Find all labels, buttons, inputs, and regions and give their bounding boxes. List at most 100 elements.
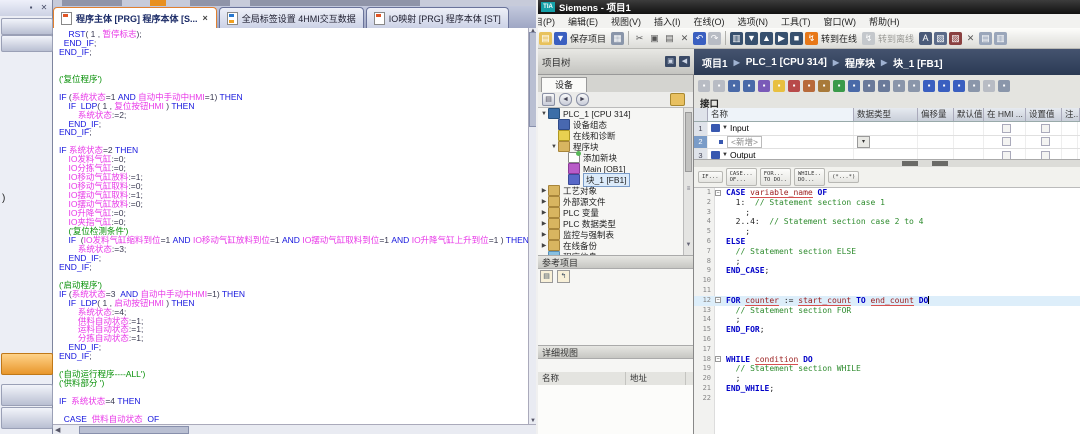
tree-item[interactable]: 在线和诊断 — [538, 130, 683, 141]
snippets-icon[interactable]: ▪ — [818, 80, 830, 92]
details-column-2[interactable]: 地址 — [626, 372, 686, 385]
gx-st-code-editor[interactable]: RST( 1 , 暂停标志); END_IF; END_IF; ('复位程序') … — [53, 28, 528, 424]
hmi-checkbox[interactable] — [1001, 123, 1011, 133]
details-view-header[interactable]: 详细视图 — [538, 345, 693, 359]
settings-icon[interactable]: ▪ — [968, 80, 980, 92]
interface-row[interactable]: 2 <新增> ▾ — [694, 135, 1080, 149]
tree-item[interactable]: ▶ 外部源文件 — [538, 196, 683, 207]
breadcrumb-item-3[interactable]: 程序块 — [845, 55, 875, 70]
menu-item-5[interactable]: 在线(O) — [694, 15, 725, 28]
save-project-icon-label[interactable]: 保存项目 — [570, 32, 606, 45]
offset-cell[interactable] — [918, 135, 954, 148]
download-to-device-icon[interactable]: ▼ — [745, 31, 759, 45]
interface-column-3[interactable]: 偏移量 — [918, 108, 954, 121]
paste-icon[interactable]: ▤ — [663, 32, 676, 45]
monitor-all-icon[interactable]: ▪ — [938, 80, 950, 92]
offset-cell[interactable] — [918, 122, 954, 135]
undo-icon[interactable]: ↶ — [693, 31, 707, 45]
name-cell[interactable]: <新增> — [708, 135, 854, 148]
forward-icon[interactable]: ► — [576, 93, 589, 106]
expander-icon[interactable]: ▼ — [540, 111, 548, 117]
interface-column-5[interactable]: 在 HMI ... — [984, 108, 1026, 121]
upload-from-device-icon[interactable]: ▲ — [760, 31, 774, 45]
filter-icon[interactable] — [670, 93, 685, 106]
name-cell[interactable]: ▼ Input — [708, 122, 854, 135]
go-online-icon-label[interactable]: 转到在线 — [821, 32, 857, 45]
cross-references-icon[interactable]: ▨ — [949, 31, 963, 45]
gx-tab-3[interactable]: IO映射 [PRG] 程序本体 [ST] — [365, 7, 509, 28]
docked-panel-bar[interactable] — [1, 18, 53, 35]
scrollbar-thumb[interactable] — [79, 426, 189, 434]
interface-column-6[interactable]: 设置值 — [1026, 108, 1062, 121]
indent-right-icon[interactable]: ▪ — [863, 80, 875, 92]
undock-icon[interactable]: ↰ — [557, 270, 570, 283]
expander-icon[interactable]: ▶ — [540, 220, 548, 227]
datatype-cell[interactable]: ▾ — [854, 135, 918, 148]
tab-close-icon[interactable]: × — [202, 13, 209, 23]
compile-block-icon[interactable]: ▪ — [833, 80, 845, 92]
tree-item[interactable]: ▶ 监控与强制表 — [538, 229, 683, 240]
scroll-left-icon[interactable]: ◀ — [55, 426, 60, 434]
scroll-down-icon[interactable]: ▼ — [685, 242, 692, 248]
snippet-button-1[interactable]: IF... — [698, 171, 723, 183]
default-value-cell[interactable] — [954, 135, 984, 148]
fold-collapse-icon[interactable]: − — [715, 189, 721, 196]
cut-icon[interactable]: ✂ — [633, 32, 646, 45]
snippet-button-2[interactable]: CASE... OF... — [725, 168, 757, 186]
delete-icon[interactable]: ✕ — [678, 32, 691, 45]
scrollbar-thumb[interactable] — [685, 112, 692, 172]
scrollbar-grip-icon[interactable]: ≡ — [685, 186, 692, 192]
monitor-now-icon[interactable]: ▪ — [953, 80, 965, 92]
snippet-button-4[interactable]: WHILE.. DO... — [793, 168, 826, 186]
details-empty-list[interactable] — [538, 385, 693, 434]
gx-tab-2[interactable]: 全局标签设置 4HMI交互数据 — [218, 7, 364, 28]
expander-icon[interactable]: ▶ — [540, 242, 548, 249]
datatype-cell[interactable] — [854, 122, 918, 135]
compile-icon[interactable]: ▥ — [730, 31, 744, 45]
expander-icon[interactable]: ▶ — [540, 198, 548, 205]
comment-cell[interactable] — [1062, 122, 1078, 135]
expander-icon[interactable]: ▶ — [540, 231, 548, 238]
split-horizontal-icon[interactable]: ▤ — [979, 31, 993, 45]
accessible-devices-icon[interactable]: A — [919, 31, 933, 45]
st-code-editor[interactable]: 1− CASE variable_name OF 2 1: // Statement… — [694, 188, 1080, 434]
menu-item-7[interactable]: 工具(T) — [781, 15, 811, 28]
tree-item[interactable]: 块_1 [FB1] — [538, 172, 683, 187]
start-simulation-icon[interactable]: ▧ — [934, 31, 948, 45]
copy-icon[interactable]: ▣ — [648, 32, 661, 45]
tree-item[interactable]: ▶ 在线备份 — [538, 240, 683, 251]
absolute-operands-icon[interactable]: ▪ — [983, 80, 995, 92]
menu-item-4[interactable]: 插入(I) — [654, 15, 681, 28]
bookmark-a-icon[interactable]: ▪ — [893, 80, 905, 92]
print-icon[interactable]: ▦ — [611, 31, 625, 45]
expander-icon[interactable]: ▶ — [540, 209, 548, 216]
stop-cpu-icon[interactable]: ■ — [790, 31, 804, 45]
menu-item-6[interactable]: 选项(N) — [738, 15, 769, 28]
datatype-dropdown-icon[interactable]: ▾ — [857, 135, 870, 148]
indent-left-icon[interactable]: ▪ — [878, 80, 890, 92]
docked-panel-bar[interactable] — [1, 35, 53, 52]
hmi-checkbox[interactable] — [1001, 137, 1011, 147]
expander-icon[interactable]: ▼ — [550, 144, 558, 150]
tree-item[interactable]: ▶ PLC 变量 — [538, 207, 683, 218]
scrollbar-thumb[interactable] — [902, 161, 918, 166]
tree-item[interactable]: 添加新块 — [538, 151, 683, 163]
fold-collapse-icon[interactable]: − — [715, 356, 721, 363]
auto-collapse-icon[interactable]: ▣ — [665, 56, 676, 67]
go-offline-icon-label[interactable]: 转到离线 — [878, 32, 914, 45]
go-online-icon[interactable]: ↯ — [805, 31, 819, 45]
default-value-cell[interactable] — [954, 122, 984, 135]
interface-column-7[interactable]: 注... — [1062, 108, 1080, 121]
tree-scrollbar[interactable]: ≡ ▼ — [683, 108, 693, 255]
monitor-on-icon[interactable]: ▪ — [923, 80, 935, 92]
open-all-icon[interactable]: ▪ — [728, 80, 740, 92]
bookmark-b-icon[interactable]: ▪ — [908, 80, 920, 92]
menu-item-9[interactable]: 帮助(H) — [869, 15, 900, 28]
comment-cell[interactable] — [1062, 135, 1078, 148]
interface-row[interactable]: 1 ▼ Input — [694, 122, 1080, 136]
start-cpu-icon[interactable]: ▶ — [775, 31, 789, 45]
docked-panel-bar-active[interactable] — [1, 353, 53, 375]
setpoint-checkbox[interactable] — [1040, 137, 1050, 147]
favorites-icon[interactable]: ▪ — [773, 80, 785, 92]
tree-item[interactable]: ▶ PLC 数据类型 — [538, 218, 683, 229]
